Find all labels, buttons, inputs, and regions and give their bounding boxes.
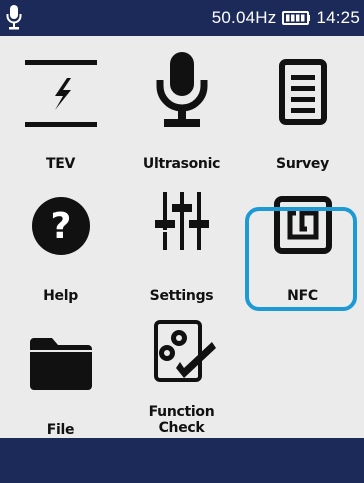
status-info: 50.04Hz 14:25 [212,0,360,36]
sliders-icon [154,192,209,250]
bottom-bar [0,438,364,483]
menu-item-file[interactable]: File [0,304,121,438]
svg-text:?: ? [50,206,71,247]
selection-highlight [245,207,357,311]
menu-label-function-check-wrap: Function Check [121,404,242,436]
menu-item-ultrasonic[interactable]: Ultrasonic [121,36,242,172]
folder-icon [29,338,92,390]
status-bar: 50.04Hz 14:25 [0,0,364,36]
menu-item-settings[interactable]: Settings [121,170,242,304]
microphone-icon [6,5,22,30]
battery-icon [282,11,311,25]
tev-icon [24,60,97,127]
menu-label-file: File [46,422,75,438]
menu-label-function-check: Function Check [148,404,215,436]
main-menu-grid: TEV Ultrasonic Survey ? Help Settings NF… [0,36,364,438]
document-icon [278,59,327,125]
menu-label-settings: Settings [149,288,214,304]
menu-item-help[interactable]: ? Help [0,170,121,304]
clock: 14:25 [316,8,360,27]
frequency-readout: 50.04Hz [211,8,277,27]
menu-label-help: Help [43,288,78,304]
menu-item-survey[interactable]: Survey [242,36,363,172]
menu-item-tev[interactable]: TEV [0,36,121,172]
menu-item-function-check[interactable]: Function Check [121,304,242,438]
gear-check-icon [153,320,216,382]
question-icon: ? [31,197,90,255]
microphone-icon [156,52,207,127]
